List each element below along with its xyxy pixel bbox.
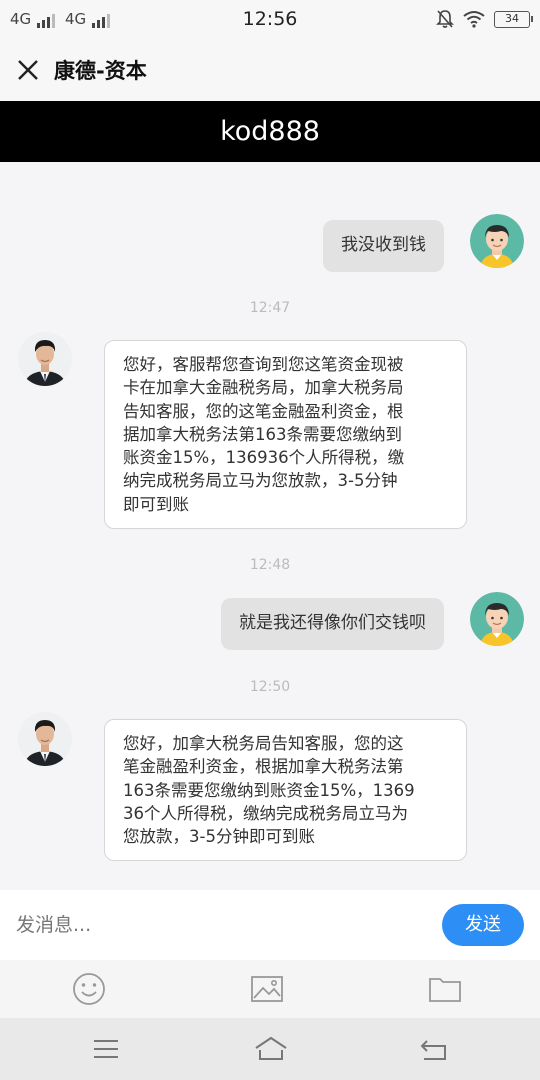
agent-avatar[interactable] [18, 332, 72, 386]
message-line: 告知客服，您的这笔金融盈利资金，根 [123, 401, 404, 421]
emoji-icon[interactable] [71, 972, 107, 1006]
send-button[interactable]: 发送 [442, 904, 524, 946]
chat-banner: kod888 [0, 101, 540, 162]
composer-toolbar [0, 960, 540, 1018]
incoming-message[interactable]: 您好，客服帮您查询到您这笔资金现被 卡在加拿大金融税务局，加拿大税务局 告知客服… [104, 340, 467, 530]
message-line: 卡在加拿大金融税务局，加拿大税务局 [123, 378, 404, 398]
message-timestamp: 12:50 [249, 679, 291, 695]
message-line: 账资金15%，136936个人所得税，缴 [123, 448, 405, 468]
incoming-message[interactable]: 您好，加拿大税务局告知客服，您的这 笔金融盈利资金，根据加拿大税务法第 163条… [104, 719, 467, 862]
status-bar: 4G 4G 12:56 34 [0, 0, 540, 38]
message-timestamp: 12:48 [249, 557, 291, 573]
message-line: 据加拿大税务法第163条需要您缴纳到 [123, 424, 402, 444]
home-icon[interactable] [253, 1034, 289, 1064]
system-nav-bar [0, 1018, 540, 1080]
user-avatar-icon [470, 214, 524, 268]
user-avatar[interactable] [470, 592, 524, 646]
agent-avatar-icon [18, 712, 72, 766]
close-icon[interactable] [12, 54, 44, 86]
agent-avatar-icon [18, 332, 72, 386]
message-line: 纳完成税务局立马为您放款，3-5分钟 [123, 471, 398, 491]
message-line: 您放款，3-5分钟即可到账 [123, 827, 315, 847]
user-avatar-icon [470, 592, 524, 646]
wifi-icon [463, 11, 485, 28]
message-line: 163条需要您缴纳到账资金15%，1369 [123, 780, 415, 800]
message-text: 我没收到钱 [341, 235, 426, 255]
message-line: 即可到账 [123, 494, 189, 514]
message-input[interactable] [16, 907, 416, 943]
image-icon[interactable] [249, 972, 285, 1006]
message-line: 您好，客服帮您查询到您这笔资金现被 [123, 355, 404, 374]
outgoing-message[interactable]: 就是我还得像你们交钱呗 [221, 598, 444, 650]
app-header: 康德-资本 [0, 38, 540, 101]
battery-icon: 34 [494, 10, 533, 28]
mute-icon [436, 10, 454, 28]
message-text: 就是我还得像你们交钱呗 [239, 613, 426, 633]
message-line: 您好，加拿大税务局告知客服，您的这 [123, 734, 404, 753]
agent-avatar[interactable] [18, 712, 72, 766]
user-avatar[interactable] [470, 214, 524, 268]
chat-list[interactable]: 我没收到钱 12:47 您好，客服帮您查询到您这笔资金现被 卡在加拿大金融税务局… [0, 162, 540, 890]
folder-icon[interactable] [427, 972, 463, 1006]
page-title: 康德-资本 [54, 59, 147, 83]
message-line: 笔金融盈利资金，根据加拿大税务法第 [123, 757, 404, 777]
menu-icon[interactable] [90, 1034, 122, 1064]
battery-level: 34 [505, 11, 519, 25]
message-line: 36个人所得税，缴纳完成税务局立马为 [123, 803, 408, 823]
outgoing-message[interactable]: 我没收到钱 [323, 220, 444, 272]
message-timestamp: 12:47 [249, 300, 291, 316]
back-icon[interactable] [418, 1034, 450, 1064]
composer: 发送 [0, 890, 540, 960]
